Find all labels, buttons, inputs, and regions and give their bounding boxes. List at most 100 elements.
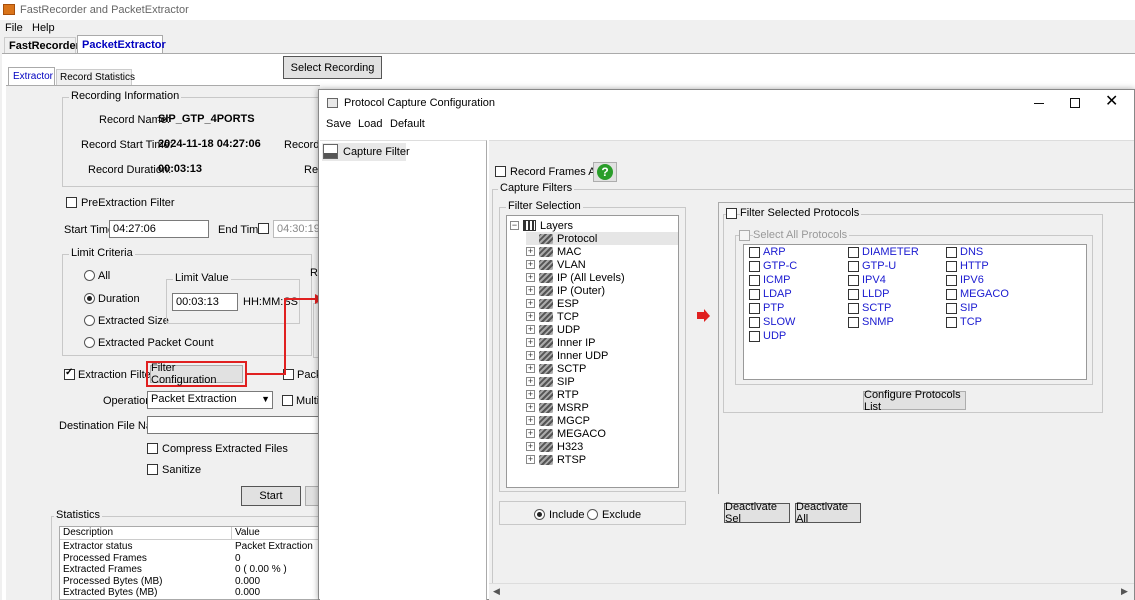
protocol-checkbox[interactable] [848,275,859,286]
maximize-icon[interactable] [1070,98,1080,108]
deactivate-all-button[interactable]: Deactivate All [795,501,861,525]
protocol-checkbox[interactable] [946,289,957,300]
menu-file[interactable]: File [5,22,23,34]
tree-item-rtp[interactable]: + RTP [526,388,579,401]
minimize-icon[interactable] [1034,103,1044,104]
pre-extraction-checkbox[interactable] [66,197,77,208]
expand-icon[interactable]: + [526,273,535,282]
compress-checkbox[interactable] [147,443,158,454]
tab-record-statistics[interactable]: Record Statistics [56,69,135,86]
dialog-menu-default[interactable]: Default [390,118,425,130]
protocol-checkbox[interactable] [749,317,760,328]
tree-item-protocol[interactable]: Protocol [526,232,678,245]
tree-item-tcp[interactable]: + TCP [526,310,579,323]
deactivate-sel-button[interactable]: Deactivate Sel [724,501,790,525]
select-all-checkbox[interactable] [739,230,750,241]
end-time-checkbox[interactable] [258,223,269,234]
protocol-checkbox[interactable] [848,289,859,300]
protocol-checkbox[interactable] [749,303,760,314]
nav-item-capture-filter[interactable]: Capture Filter [322,143,410,161]
tab-packetextractor[interactable]: PacketExtractor [77,35,166,54]
protocol-checkbox[interactable] [749,275,760,286]
expand-icon[interactable]: + [526,390,535,399]
protocol-checkbox[interactable] [749,331,760,342]
filter-configuration-button[interactable]: Filter Configuration [150,362,243,386]
tree-item-ip-outer[interactable]: + IP (Outer) [526,284,605,297]
menu-help[interactable]: Help [32,22,55,34]
collapse-icon[interactable]: − [510,221,519,230]
protocol-checkbox[interactable] [749,261,760,272]
protocol-checkbox[interactable] [946,275,957,286]
start-button[interactable]: Start [241,486,301,506]
protocol-checkbox[interactable] [749,247,760,258]
tree-item-rtsp[interactable]: + RTSP [526,453,586,466]
tree-item-sctp[interactable]: + SCTP [526,362,586,375]
tree-item-sip[interactable]: + SIP [526,375,575,388]
protocol-checkbox[interactable] [848,317,859,328]
tree-item-msrp[interactable]: + MSRP [526,401,589,414]
tree-item-vlan[interactable]: + VLAN [526,258,586,271]
start-time-input[interactable]: 04:27:06 [109,220,209,238]
expand-icon[interactable]: + [526,403,535,412]
horizontal-scrollbar[interactable]: ◀ ▶ [489,583,1134,600]
tree-item-mac[interactable]: + MAC [526,245,581,258]
expand-icon[interactable]: + [526,286,535,295]
column-divider[interactable] [231,527,232,540]
expand-icon[interactable]: + [526,429,535,438]
close-icon[interactable]: ✕ [1105,93,1118,111]
tree-item-esp[interactable]: + ESP [526,297,579,310]
tree-item-inner-udp[interactable]: + Inner UDP [526,349,608,362]
scroll-right-icon[interactable]: ▶ [1121,586,1128,597]
expand-icon[interactable]: + [526,377,535,386]
radio-duration[interactable] [84,293,95,304]
protocol-checkbox[interactable] [749,289,760,300]
help-button[interactable]: ? [593,162,617,182]
destination-input[interactable] [147,416,322,434]
tree-item-inner-ip[interactable]: + Inner IP [526,336,596,349]
expand-icon[interactable]: + [526,455,535,464]
expand-icon[interactable]: + [526,364,535,373]
expand-icon[interactable]: + [526,299,535,308]
expand-icon[interactable]: + [526,442,535,451]
operation-select[interactable]: Packet Extraction ▼ [147,391,273,409]
expand-icon[interactable]: + [526,312,535,321]
multiple-checkbox[interactable] [282,395,293,406]
expand-icon[interactable]: + [526,260,535,269]
protocol-checkbox[interactable] [848,261,859,272]
configure-protocols-button[interactable]: Configure Protocols List [863,389,966,413]
radio-packet-count[interactable] [84,337,95,348]
tree-root[interactable]: − Layers [510,219,573,232]
tree-item-udp[interactable]: + UDP [526,323,580,336]
protocol-checkbox[interactable] [946,317,957,328]
protocol-checkbox[interactable] [946,261,957,272]
expand-icon[interactable]: + [526,416,535,425]
filter-protocols-checkbox[interactable] [726,208,737,219]
protocol-checkbox[interactable] [848,247,859,258]
radio-include[interactable] [534,509,545,520]
protocol-checkbox[interactable] [946,303,957,314]
expand-icon[interactable]: + [526,247,535,256]
protocol-checkbox[interactable] [848,303,859,314]
tree-item-ip-all[interactable]: + IP (All Levels) [526,271,625,284]
tree-item-mgcp[interactable]: + MGCP [526,414,590,427]
radio-all[interactable] [84,270,95,281]
radio-extracted-size[interactable] [84,315,95,326]
radio-exclude[interactable] [587,509,598,520]
end-time-input[interactable]: 04:30:19 [273,220,320,238]
tree-item-h323[interactable]: + H323 [526,440,583,453]
expand-icon[interactable]: + [526,338,535,347]
protocol-checkbox[interactable] [946,247,957,258]
extraction-filter-checkbox[interactable] [64,367,75,380]
expand-icon[interactable]: + [526,325,535,334]
dialog-menu-save[interactable]: Save [326,118,351,130]
expand-icon[interactable]: + [526,351,535,360]
tab-extractor[interactable]: Extractor [8,67,55,86]
limit-value-input[interactable]: 00:03:13 [172,293,238,311]
record-frames-checkbox[interactable] [495,166,506,177]
tab-fastrecorder[interactable]: FastRecorder [4,37,80,54]
sanitize-checkbox[interactable] [147,464,158,475]
select-recording-button[interactable]: Select Recording [283,56,382,79]
tree-item-megaco[interactable]: + MEGACO [526,427,606,440]
scroll-left-icon[interactable]: ◀ [493,586,500,597]
dialog-menu-load[interactable]: Load [358,118,382,130]
